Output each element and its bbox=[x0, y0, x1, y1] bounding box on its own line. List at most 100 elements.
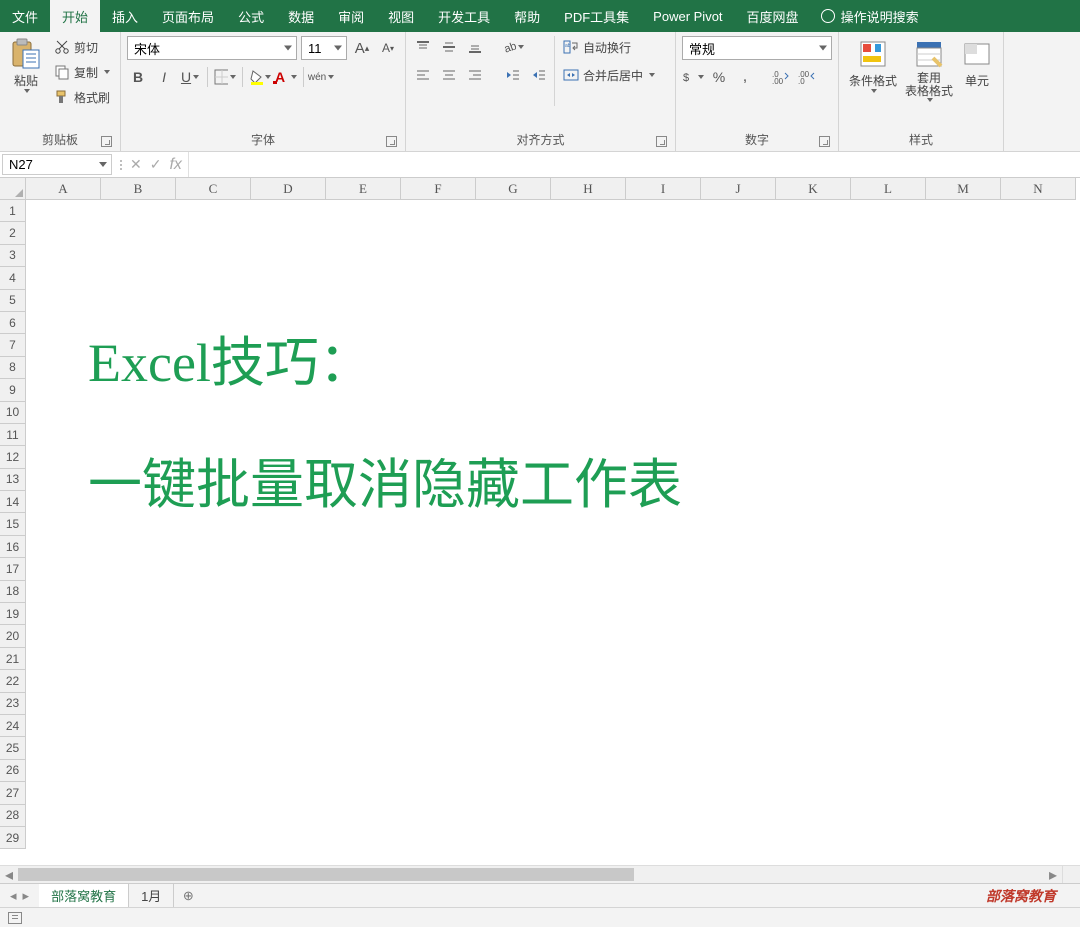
row-header[interactable]: 15 bbox=[0, 513, 26, 535]
scroll-right-icon[interactable]: ▸ bbox=[1044, 866, 1062, 884]
font-color-button[interactable]: A bbox=[275, 66, 297, 88]
sheet-nav-prev-icon[interactable]: ◂ bbox=[10, 888, 17, 904]
tab-home[interactable]: 开始 bbox=[50, 0, 100, 32]
row-header[interactable]: 14 bbox=[0, 491, 26, 513]
column-header[interactable]: E bbox=[326, 178, 401, 200]
increase-font-button[interactable]: A▴ bbox=[351, 37, 373, 59]
row-header[interactable]: 9 bbox=[0, 379, 26, 401]
borders-button[interactable] bbox=[214, 66, 236, 88]
row-header[interactable]: 3 bbox=[0, 245, 26, 267]
column-header[interactable]: M bbox=[926, 178, 1001, 200]
align-bottom-button[interactable] bbox=[464, 36, 486, 58]
increase-decimal-button[interactable]: .0.00 bbox=[770, 66, 792, 88]
column-header[interactable]: F bbox=[401, 178, 476, 200]
scroll-left-icon[interactable]: ◂ bbox=[0, 866, 18, 884]
tab-file[interactable]: 文件 bbox=[0, 0, 50, 32]
align-right-button[interactable] bbox=[464, 64, 486, 86]
tab-data[interactable]: 数据 bbox=[276, 0, 326, 32]
column-header[interactable]: A bbox=[26, 178, 101, 200]
row-header[interactable]: 12 bbox=[0, 446, 26, 468]
name-box[interactable]: N27 bbox=[2, 154, 112, 175]
sheet-nav[interactable]: ◂▸ bbox=[0, 888, 39, 904]
row-header[interactable]: 13 bbox=[0, 469, 26, 491]
row-header[interactable]: 19 bbox=[0, 603, 26, 625]
tab-page-layout[interactable]: 页面布局 bbox=[150, 0, 226, 32]
wrap-text-button[interactable]: ab 自动换行 bbox=[559, 36, 659, 58]
row-header[interactable]: 11 bbox=[0, 424, 26, 446]
column-header[interactable]: J bbox=[701, 178, 776, 200]
cells-area[interactable]: Excel技巧： 一键批量取消隐藏工作表 bbox=[26, 200, 1080, 865]
column-header[interactable]: G bbox=[476, 178, 551, 200]
tell-me-search[interactable]: 操作说明搜索 bbox=[811, 0, 929, 32]
row-header[interactable]: 21 bbox=[0, 648, 26, 670]
orientation-button[interactable]: ab bbox=[502, 36, 524, 58]
italic-button[interactable]: I bbox=[153, 66, 175, 88]
row-header[interactable]: 10 bbox=[0, 402, 26, 424]
dialog-launcher-icon[interactable] bbox=[386, 136, 397, 147]
dialog-launcher-icon[interactable] bbox=[101, 136, 112, 147]
bold-button[interactable]: B bbox=[127, 66, 149, 88]
cancel-formula-button[interactable]: ✕ bbox=[130, 156, 142, 173]
row-header[interactable]: 5 bbox=[0, 290, 26, 312]
column-header[interactable]: I bbox=[626, 178, 701, 200]
underline-button[interactable]: U bbox=[179, 66, 201, 88]
tab-power-pivot[interactable]: Power Pivot bbox=[641, 0, 734, 32]
tab-view[interactable]: 视图 bbox=[376, 0, 426, 32]
align-top-button[interactable] bbox=[412, 36, 434, 58]
font-size-select[interactable]: 11 bbox=[301, 36, 347, 60]
tab-developer[interactable]: 开发工具 bbox=[426, 0, 502, 32]
row-header[interactable]: 2 bbox=[0, 222, 26, 244]
decrease-decimal-button[interactable]: .00.0 bbox=[796, 66, 818, 88]
number-format-select[interactable]: 常规 bbox=[682, 36, 832, 60]
row-header[interactable]: 26 bbox=[0, 760, 26, 782]
row-header[interactable]: 6 bbox=[0, 312, 26, 334]
row-header[interactable]: 18 bbox=[0, 581, 26, 603]
column-header[interactable]: D bbox=[251, 178, 326, 200]
copy-button[interactable]: 复制 bbox=[50, 61, 114, 83]
decrease-indent-button[interactable] bbox=[502, 64, 524, 86]
row-header[interactable]: 27 bbox=[0, 782, 26, 804]
row-header[interactable]: 22 bbox=[0, 670, 26, 692]
sheet-nav-next-icon[interactable]: ▸ bbox=[23, 888, 30, 904]
tab-review[interactable]: 审阅 bbox=[326, 0, 376, 32]
paste-button[interactable]: 粘贴 bbox=[6, 36, 46, 95]
tab-formulas[interactable]: 公式 bbox=[226, 0, 276, 32]
align-middle-button[interactable] bbox=[438, 36, 460, 58]
font-name-select[interactable]: 宋体 bbox=[127, 36, 297, 60]
tab-help[interactable]: 帮助 bbox=[502, 0, 552, 32]
row-header[interactable]: 4 bbox=[0, 267, 26, 289]
tab-insert[interactable]: 插入 bbox=[100, 0, 150, 32]
row-header[interactable]: 7 bbox=[0, 334, 26, 356]
fx-button[interactable]: fx bbox=[169, 156, 181, 174]
cell-styles-button[interactable]: 单元 bbox=[957, 36, 997, 91]
row-header[interactable]: 23 bbox=[0, 693, 26, 715]
column-header[interactable]: N bbox=[1001, 178, 1076, 200]
fill-color-button[interactable] bbox=[249, 66, 271, 88]
dialog-launcher-icon[interactable] bbox=[656, 136, 667, 147]
row-header[interactable]: 29 bbox=[0, 827, 26, 849]
row-header[interactable]: 16 bbox=[0, 536, 26, 558]
row-header[interactable]: 8 bbox=[0, 357, 26, 379]
row-header[interactable]: 25 bbox=[0, 737, 26, 759]
decrease-font-button[interactable]: A▾ bbox=[377, 37, 399, 59]
cut-button[interactable]: 剪切 bbox=[50, 36, 114, 58]
column-header[interactable]: K bbox=[776, 178, 851, 200]
increase-indent-button[interactable] bbox=[528, 64, 550, 86]
expand-icon[interactable] bbox=[120, 160, 122, 170]
accounting-format-button[interactable]: $ bbox=[682, 66, 704, 88]
column-headers[interactable]: ABCDEFGHIJKLMN bbox=[26, 178, 1076, 200]
row-header[interactable]: 1 bbox=[0, 200, 26, 222]
column-header[interactable]: B bbox=[101, 178, 176, 200]
format-as-table-button[interactable]: 套用 表格格式 bbox=[901, 36, 957, 104]
row-header[interactable]: 24 bbox=[0, 715, 26, 737]
conditional-formatting-button[interactable]: 条件格式 bbox=[845, 36, 901, 95]
enter-formula-button[interactable]: ✓ bbox=[150, 156, 162, 173]
horizontal-scrollbar[interactable]: ◂ ▸ bbox=[0, 865, 1062, 883]
spreadsheet-grid[interactable]: ABCDEFGHIJKLMN 1234567891011121314151617… bbox=[0, 178, 1080, 865]
phonetic-button[interactable]: wén bbox=[310, 66, 332, 88]
percent-button[interactable]: % bbox=[708, 66, 730, 88]
comma-button[interactable]: , bbox=[734, 66, 756, 88]
row-header[interactable]: 17 bbox=[0, 558, 26, 580]
tab-pdf-tools[interactable]: PDF工具集 bbox=[552, 0, 641, 32]
row-header[interactable]: 20 bbox=[0, 625, 26, 647]
